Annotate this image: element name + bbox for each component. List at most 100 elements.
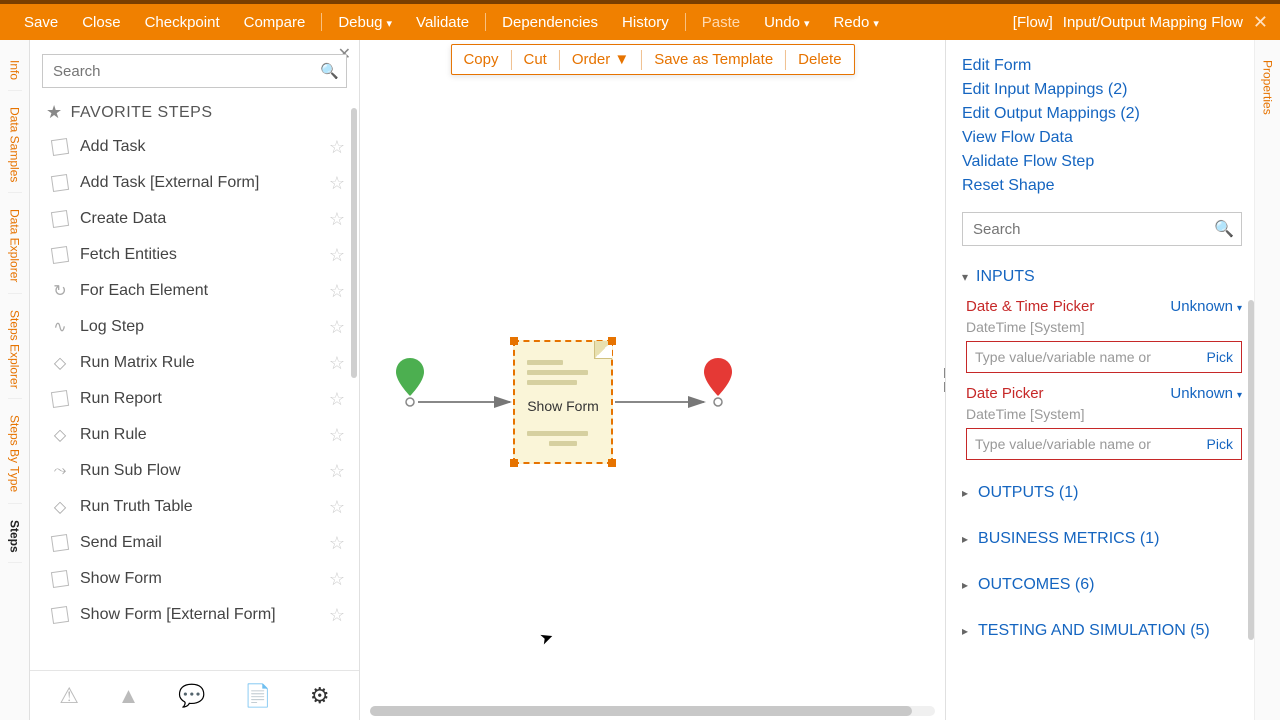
canvas-svg xyxy=(360,40,920,460)
link-edit-output-mappings[interactable]: Edit Output Mappings (2) xyxy=(962,102,1242,126)
steps-search-input[interactable] xyxy=(42,54,347,88)
step-label: Add Task [External Form] xyxy=(80,174,323,192)
field-pick-link[interactable]: Pick xyxy=(1207,436,1233,452)
resize-handle[interactable] xyxy=(510,459,518,467)
warning-triangle-icon[interactable]: ▲ xyxy=(118,683,140,709)
vtab-info[interactable]: Info xyxy=(8,50,22,91)
steps-list: Add Task☆Add Task [External Form]☆Create… xyxy=(30,129,359,670)
step-item[interactable]: ◇Run Truth Table☆ xyxy=(50,489,351,525)
step-item[interactable]: Show Form [External Form]☆ xyxy=(50,597,351,633)
form-lines-icon xyxy=(527,360,599,390)
favorite-star-icon[interactable]: ☆ xyxy=(323,497,351,518)
favorite-star-icon[interactable]: ☆ xyxy=(323,281,351,302)
step-label: Show Form [External Form] xyxy=(80,606,323,624)
favorite-star-icon[interactable]: ☆ xyxy=(323,137,351,158)
toolbar-debug[interactable]: Debug xyxy=(326,14,404,31)
favorite-star-icon[interactable]: ☆ xyxy=(323,533,351,554)
toolbar-undo[interactable]: Undo xyxy=(752,14,821,31)
step-item[interactable]: ◇Run Rule☆ xyxy=(50,417,351,453)
outputs-section-header[interactable]: ▸ OUTPUTS (1) xyxy=(962,480,1242,506)
resize-handle[interactable] xyxy=(608,337,616,345)
step-label: Run Matrix Rule xyxy=(80,354,323,372)
input-field: Date Picker Unknown DateTime [System] Ty… xyxy=(962,385,1242,460)
scrollbar-thumb[interactable] xyxy=(351,108,357,378)
toolbar-redo[interactable]: Redo xyxy=(821,14,890,31)
field-value-input[interactable]: Type value/variable name or Pick xyxy=(966,341,1242,373)
outcomes-section-header[interactable]: ▸ OUTCOMES (6) xyxy=(962,572,1242,598)
toolbar-close[interactable]: Close xyxy=(70,14,132,31)
step-label: Run Truth Table xyxy=(80,498,323,516)
search-icon[interactable]: 🔍 xyxy=(1214,219,1234,239)
link-edit-form[interactable]: Edit Form xyxy=(962,54,1242,78)
favorite-star-icon[interactable]: ☆ xyxy=(323,209,351,230)
link-edit-input-mappings[interactable]: Edit Input Mappings (2) xyxy=(962,78,1242,102)
step-label: Run Rule xyxy=(80,426,323,444)
step-item[interactable]: Show Form☆ xyxy=(50,561,351,597)
toolbar-paste: Paste xyxy=(690,14,752,31)
link-reset-shape[interactable]: Reset Shape xyxy=(962,174,1242,198)
toolbar-validate[interactable]: Validate xyxy=(404,14,481,31)
toolbar-checkpoint[interactable]: Checkpoint xyxy=(133,14,232,31)
rvtab-properties[interactable]: Properties xyxy=(1261,52,1275,123)
cube-icon xyxy=(50,137,70,157)
vtab-steps[interactable]: Steps xyxy=(8,510,22,564)
step-item[interactable]: ∿Log Step☆ xyxy=(50,309,351,345)
toolbar-dependencies[interactable]: Dependencies xyxy=(490,14,610,31)
toolbar-compare[interactable]: Compare xyxy=(232,14,318,31)
step-item[interactable]: Create Data☆ xyxy=(50,201,351,237)
flow-canvas[interactable]: Copy Cut Order ▼ Save as Template Delete xyxy=(360,40,945,720)
vtab-steps-by-type[interactable]: Steps By Type xyxy=(8,405,22,503)
scrollbar-thumb[interactable] xyxy=(1248,300,1254,640)
field-mode-dropdown[interactable]: Unknown xyxy=(1170,385,1242,402)
field-mode-dropdown[interactable]: Unknown xyxy=(1170,298,1242,315)
inputs-label: INPUTS xyxy=(976,268,1035,286)
chevron-right-icon: ▸ xyxy=(962,486,968,500)
properties-panel: Edit Form Edit Input Mappings (2) Edit O… xyxy=(945,40,1280,720)
favorite-star-icon[interactable]: ☆ xyxy=(323,425,351,446)
field-name: Date Picker xyxy=(966,385,1044,402)
resize-handle[interactable] xyxy=(510,337,518,345)
properties-search-input[interactable] xyxy=(962,212,1242,246)
step-item[interactable]: ⤳Run Sub Flow☆ xyxy=(50,453,351,489)
step-label: Run Report xyxy=(80,390,323,408)
favorite-star-icon[interactable]: ☆ xyxy=(323,173,351,194)
favorite-star-icon[interactable]: ☆ xyxy=(323,605,351,626)
favorite-star-icon[interactable]: ☆ xyxy=(323,461,351,482)
gear-icon[interactable]: ⚙ xyxy=(310,683,330,709)
step-item[interactable]: ↻For Each Element☆ xyxy=(50,273,351,309)
warning-circle-icon[interactable]: ⚠ xyxy=(59,683,79,709)
start-node-icon[interactable] xyxy=(396,358,424,406)
end-node-icon[interactable] xyxy=(704,358,732,406)
step-item[interactable]: Send Email☆ xyxy=(50,525,351,561)
link-validate-flow-step[interactable]: Validate Flow Step xyxy=(962,150,1242,174)
chat-icon[interactable]: 💬 xyxy=(178,683,205,709)
toolbar-save[interactable]: Save xyxy=(12,14,70,31)
favorite-star-icon[interactable]: ☆ xyxy=(323,317,351,338)
step-item[interactable]: ◇Run Matrix Rule☆ xyxy=(50,345,351,381)
step-item[interactable]: Add Task [External Form]☆ xyxy=(50,165,351,201)
step-item[interactable]: Fetch Entities☆ xyxy=(50,237,351,273)
resize-handle[interactable] xyxy=(608,459,616,467)
link-view-flow-data[interactable]: View Flow Data xyxy=(962,126,1242,150)
chevron-right-icon: ▸ xyxy=(962,532,968,546)
inputs-section-header[interactable]: ▾ INPUTS xyxy=(962,268,1242,286)
favorite-star-icon[interactable]: ☆ xyxy=(323,353,351,374)
toolbar-history[interactable]: History xyxy=(610,14,681,31)
field-value-input[interactable]: Type value/variable name or Pick xyxy=(966,428,1242,460)
show-form-node[interactable]: Show Form xyxy=(513,340,613,464)
document-icon[interactable]: 📄 xyxy=(244,683,271,709)
favorite-star-icon[interactable]: ☆ xyxy=(323,389,351,410)
step-item[interactable]: Add Task☆ xyxy=(50,129,351,165)
search-icon[interactable]: 🔍 xyxy=(320,62,339,80)
canvas-horizontal-scrollbar[interactable] xyxy=(370,706,935,716)
step-item[interactable]: Run Report☆ xyxy=(50,381,351,417)
testing-simulation-section-header[interactable]: ▸ TESTING AND SIMULATION (5) xyxy=(962,618,1242,644)
favorite-star-icon[interactable]: ☆ xyxy=(323,245,351,266)
favorite-star-icon[interactable]: ☆ xyxy=(323,569,351,590)
close-designer-icon[interactable]: ✕ xyxy=(1253,12,1268,33)
vtab-data-samples[interactable]: Data Samples xyxy=(8,97,22,193)
vtab-data-explorer[interactable]: Data Explorer xyxy=(8,199,22,293)
business-metrics-section-header[interactable]: ▸ BUSINESS METRICS (1) xyxy=(962,526,1242,552)
field-pick-link[interactable]: Pick xyxy=(1207,349,1233,365)
vtab-steps-explorer[interactable]: Steps Explorer xyxy=(8,300,22,400)
